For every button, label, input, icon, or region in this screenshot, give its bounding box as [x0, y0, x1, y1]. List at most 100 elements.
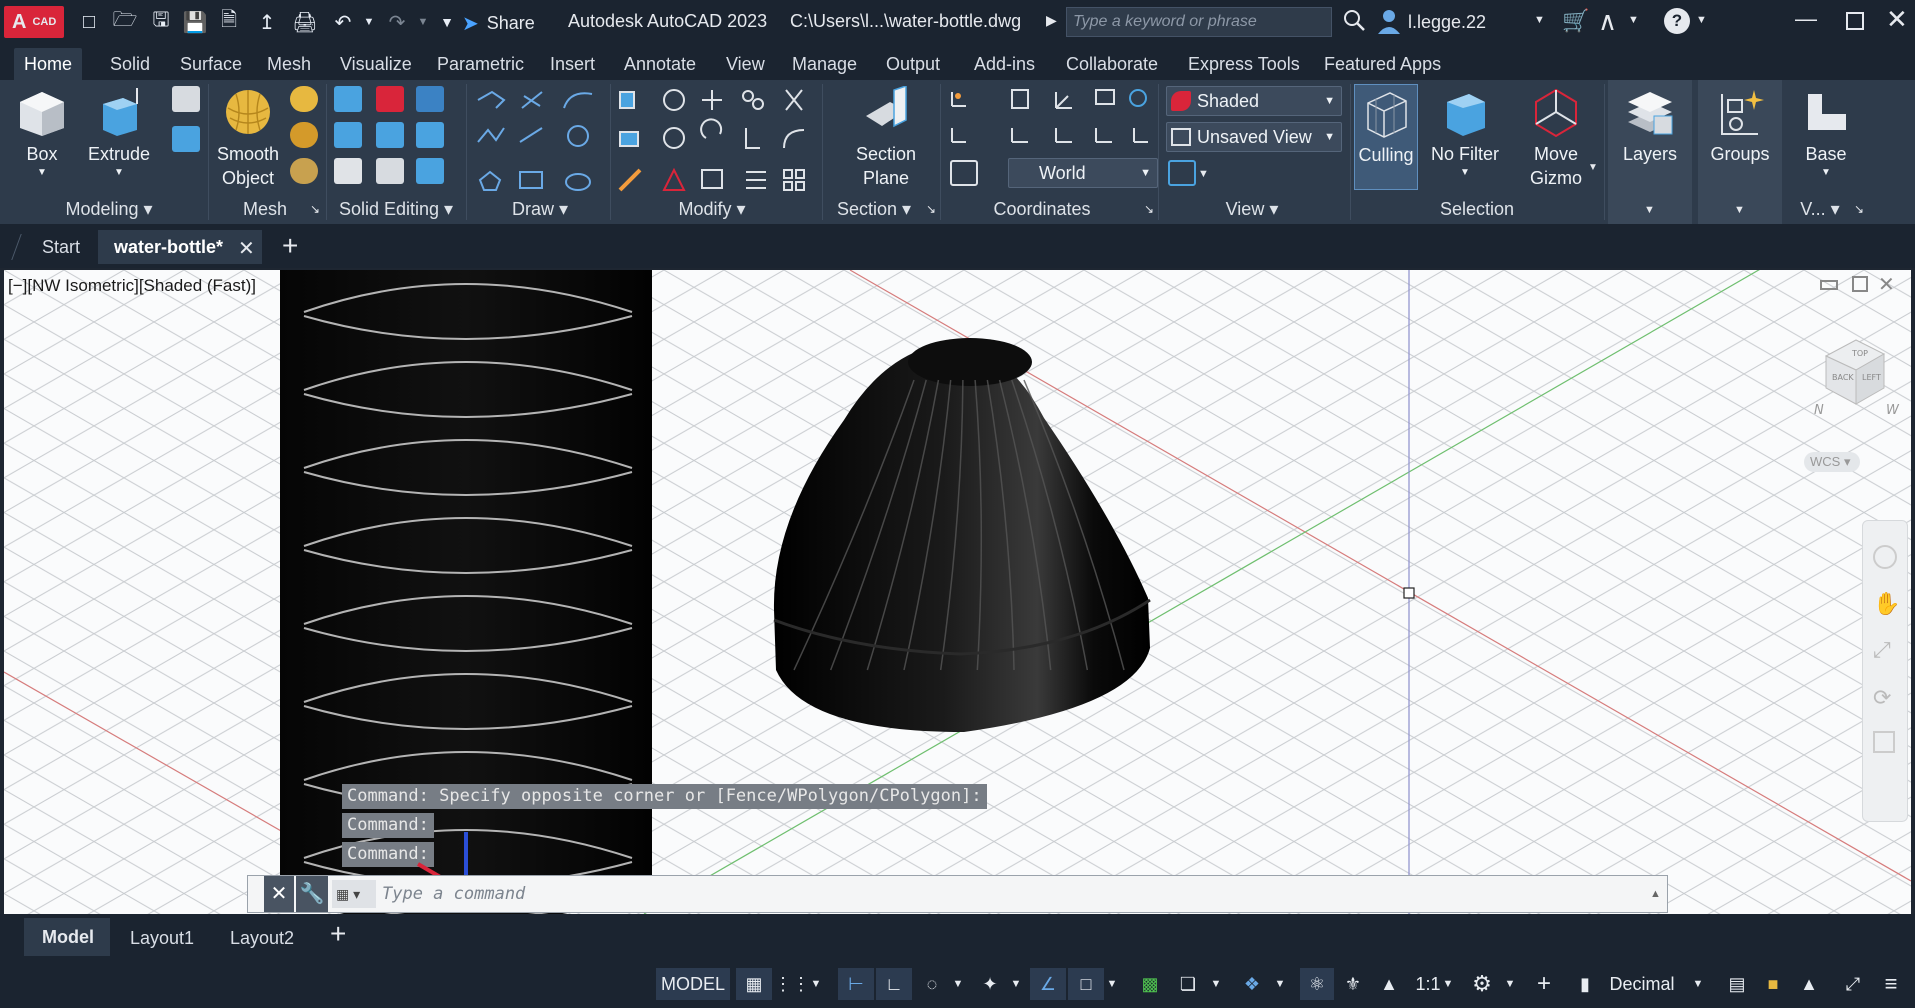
3d-osnap-icon[interactable]: ❖ [1234, 968, 1270, 1000]
extrude-button[interactable]: Extrude ▼ [86, 86, 152, 180]
subtract-icon[interactable] [376, 86, 404, 112]
layers-button[interactable]: Layers [1612, 86, 1688, 166]
new-layout-icon[interactable]: + [330, 918, 346, 950]
user-dropdown-icon[interactable]: ▼ [1534, 14, 1545, 26]
tab-home[interactable]: Home [14, 48, 83, 80]
snap-dropdown-icon[interactable]: ▼ [808, 968, 824, 1000]
zoom-extents-icon[interactable]: ⤢ [1873, 637, 1891, 663]
panel-title-view-base[interactable]: V... ▾ [1790, 196, 1850, 222]
object-snap-icon[interactable]: □ [1068, 968, 1104, 1000]
viewport-config-icon[interactable] [1168, 160, 1196, 186]
base-button[interactable]: Base ▼ [1788, 86, 1864, 180]
share-button[interactable]: ➤ Share [462, 10, 535, 36]
thicken-icon[interactable] [376, 122, 404, 148]
move-gizmo-dropdown-icon[interactable]: ▼ [1588, 162, 1598, 173]
tab-view[interactable]: View [716, 48, 775, 80]
layout-tab-model[interactable]: Model [24, 918, 110, 956]
tab-surface[interactable]: Surface [170, 48, 252, 80]
search-input[interactable]: Type a keyword or phrase [1066, 7, 1332, 37]
isodraft-icon[interactable]: ✦ [972, 968, 1008, 1000]
command-customize-icon[interactable]: 🔧 [296, 876, 328, 912]
object-snap-tracking-icon[interactable]: ∠ [1030, 968, 1066, 1000]
annotation-scale-icon[interactable]: ▲ [1372, 968, 1406, 1000]
units-icon[interactable]: ▮ [1570, 968, 1600, 1000]
units-value[interactable]: Decimal [1602, 968, 1682, 1000]
close-icon[interactable]: ✕ [1886, 4, 1908, 35]
customization-menu-icon[interactable]: ≡ [1874, 968, 1908, 1000]
tab-solid[interactable]: Solid [100, 48, 160, 80]
units-dropdown-icon[interactable]: ▼ [1690, 968, 1706, 1000]
search-expand-icon[interactable]: ▶ [1046, 12, 1057, 29]
plot-icon[interactable]: 🖨 [290, 8, 320, 36]
no-filter-button[interactable]: No Filter ▼ [1424, 86, 1506, 180]
autodesk-a360-icon[interactable]: ∧ [1598, 6, 1617, 37]
section-panel-launcher-icon[interactable]: ↘ [926, 202, 936, 216]
command-input[interactable]: Type a command [382, 878, 1652, 910]
viewcube[interactable]: TOP BACK LEFT N W [1800, 334, 1904, 424]
new-icon[interactable]: □ [74, 8, 104, 36]
command-close-icon[interactable]: ✕ [264, 876, 294, 912]
doc-tab-start[interactable]: Start [42, 230, 80, 264]
tab-collaborate[interactable]: Collaborate [1056, 48, 1168, 80]
shell-icon[interactable] [416, 158, 444, 184]
command-scroll-up-icon[interactable]: ▲ [1650, 888, 1661, 900]
panel-title-coordinates[interactable]: Coordinates [944, 196, 1140, 222]
transparency-icon[interactable]: ▩ [1132, 968, 1168, 1000]
steering-wheel-icon[interactable] [1873, 545, 1897, 569]
ucs-view-icon[interactable] [950, 160, 978, 186]
web-save-icon[interactable]: ↥ [252, 8, 282, 36]
box-button[interactable]: Box ▼ [14, 86, 70, 180]
isolate-objects-icon[interactable]: ▲ [1792, 968, 1826, 1000]
scale-dropdown-icon[interactable]: ▼ [1440, 968, 1456, 1000]
user-icon[interactable] [1376, 8, 1402, 34]
panel-title-section[interactable]: Section ▾ [824, 196, 924, 222]
offset-edge-icon[interactable] [376, 158, 404, 184]
panel-title-selection[interactable]: Selection [1352, 196, 1602, 222]
open-icon[interactable]: 🗁 [110, 8, 140, 36]
viewport-close-icon[interactable]: ✕ [1878, 272, 1895, 297]
ortho-icon[interactable]: ∟ [876, 968, 912, 1000]
tab-annotate[interactable]: Annotate [614, 48, 706, 80]
groups-button[interactable]: Groups [1702, 86, 1778, 166]
wcs-menu[interactable]: WCS ▾ [1804, 452, 1860, 472]
command-recent-icon[interactable]: ▦ ▾ [332, 880, 376, 908]
minimize-icon[interactable]: — [1795, 6, 1817, 32]
panel-title-view[interactable]: View ▾ [1160, 196, 1344, 222]
panel-title-mesh[interactable]: Mesh [210, 196, 320, 222]
extract-edges-icon[interactable] [416, 122, 444, 148]
snap-icon[interactable]: ⋮⋮ [774, 968, 810, 1000]
isodraft-dropdown-icon[interactable]: ▼ [1008, 968, 1024, 1000]
workspace-dropdown-icon[interactable]: ▼ [1502, 968, 1518, 1000]
layout-tab-layout1[interactable]: Layout1 [130, 928, 194, 949]
orbit-icon[interactable]: ⟳ [1873, 685, 1891, 711]
annotation-monitor-icon[interactable]: + [1526, 968, 1562, 1000]
panel-title-modeling[interactable]: Modeling ▾ [14, 196, 204, 222]
save-as-icon[interactable]: 💾 [180, 8, 210, 36]
doc-tab-close-icon[interactable]: ✕ [238, 236, 255, 261]
workspace-gear-icon[interactable]: ⚙ [1464, 968, 1500, 1000]
panel-title-solid-editing[interactable]: Solid Editing ▾ [330, 196, 462, 222]
help-dropdown-icon[interactable]: ▼ [1696, 14, 1707, 26]
panel-title-draw[interactable]: Draw ▾ [470, 196, 610, 222]
app-logo[interactable]: A CAD [4, 6, 64, 38]
layers-dropdown-icon[interactable]: ▼ [1644, 204, 1655, 216]
polar-tracking-icon[interactable]: ◌ [914, 968, 950, 1000]
user-name[interactable]: l.legge.22 [1408, 12, 1486, 33]
undo-dropdown-icon[interactable]: ▼ [354, 8, 384, 36]
grid-icon[interactable]: ▦ [736, 968, 772, 1000]
base-panel-launcher-icon[interactable]: ↘ [1854, 202, 1864, 216]
mesh-smooth-more-icon[interactable] [290, 86, 318, 112]
maximize-icon[interactable] [1846, 12, 1864, 30]
section-plane-button[interactable]: Section Plane [848, 86, 924, 190]
tab-output[interactable]: Output [876, 48, 950, 80]
culling-button[interactable]: Culling [1354, 84, 1418, 190]
presspull-icon[interactable] [172, 126, 200, 152]
layout-tab-layout2[interactable]: Layout2 [230, 928, 294, 949]
mesh-panel-launcher-icon[interactable]: ↘ [310, 202, 320, 216]
drawing-viewport[interactable]: [−][NW Isometric][Shaded (Fast)] ✕ TOP B… [4, 270, 1911, 914]
interfere-icon[interactable] [334, 122, 362, 148]
groups-dropdown-icon[interactable]: ▼ [1734, 204, 1745, 216]
coordinates-panel-launcher-icon[interactable]: ↘ [1144, 202, 1154, 216]
cart-icon[interactable]: 🛒 [1562, 8, 1589, 34]
polysolid-icon[interactable] [172, 86, 200, 112]
